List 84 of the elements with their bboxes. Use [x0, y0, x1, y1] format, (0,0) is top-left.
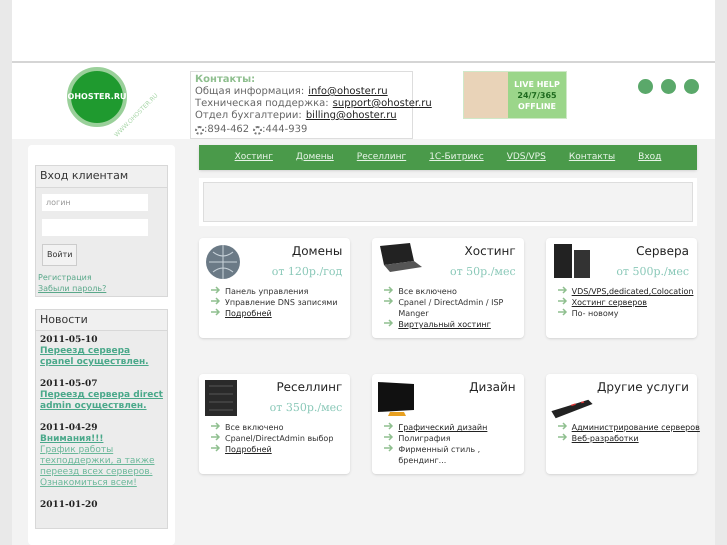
live-help-banner[interactable]: LIVE HELP 24/7/365 OFFLINE [463, 71, 567, 119]
news-date: 2011-04-29 [40, 423, 99, 434]
arrow-icon [558, 308, 568, 316]
arrow-icon [558, 422, 568, 430]
arrow-icon [558, 433, 568, 441]
arrow-icon [211, 422, 221, 430]
service-feature: Все включено [398, 286, 457, 297]
arrow-icon [211, 433, 221, 441]
arrow-icon [211, 286, 221, 294]
email-link[interactable]: support@ohoster.ru [332, 98, 432, 110]
live-help-hours: 24/7/365 [517, 90, 557, 100]
news-date: 2011-05-07 [40, 379, 99, 390]
service-feature: Полиграфия [398, 433, 451, 444]
contacts-title: Контакты: [195, 74, 256, 86]
service-price: от 350р./мес [270, 400, 342, 416]
service-link[interactable]: Хостинг серверов [572, 297, 647, 308]
news-link[interactable]: Переезд сервера direct admin осуществлен. [40, 390, 163, 412]
phone-icon [253, 126, 262, 134]
arrow-icon [384, 286, 394, 294]
service-title: Реселлинг [276, 379, 342, 396]
email-link[interactable]: billing@ohoster.ru [306, 110, 397, 122]
service-feature: Все включено [225, 422, 284, 433]
news-date: 2011-05-10 [40, 335, 99, 346]
news-text-link[interactable]: График работы техподдержки, а также переезд всех серверов. Ознакомиться всем! [40, 445, 163, 489]
register-link[interactable]: Регистрация [38, 272, 92, 282]
login-button[interactable]: Войти [42, 244, 78, 266]
service-link[interactable]: Виртуальный хостинг [398, 319, 491, 330]
nav-link[interactable]: 1С-Битрикс [429, 150, 484, 164]
email-link[interactable]: info@ohoster.ru [308, 86, 388, 98]
keyboard-icon [550, 398, 594, 420]
service-link[interactable]: Подробней [225, 308, 272, 319]
service-feature: Панель управления [225, 286, 308, 297]
server-rack-icon [203, 378, 239, 418]
login-title: Вход клиентам [36, 166, 167, 188]
phone-number: :444-939 [262, 124, 308, 136]
arrow-icon [384, 444, 394, 452]
service-link[interactable]: Графический дизайн [398, 422, 488, 433]
nav-link[interactable]: Контакты [568, 150, 616, 164]
photo-placeholder [464, 72, 508, 118]
nav-link[interactable]: Вход [638, 150, 662, 164]
service-title: Хостинг [464, 243, 516, 260]
nav-link[interactable]: VDS/VPS [506, 150, 546, 164]
phone-icon [195, 126, 204, 134]
contact-label: Отдел бухгалтерии: [195, 110, 302, 122]
service-feature: Фирменный стиль , брендинг... [398, 444, 482, 466]
arrow-icon [211, 297, 221, 305]
contact-label: Техническая поддержка: [195, 98, 329, 110]
arrow-icon [211, 308, 221, 316]
forgot-password-link[interactable]: Забыли пароль? [38, 282, 106, 294]
news-link[interactable]: Внимания!!! [40, 434, 163, 445]
login-field[interactable]: логин [42, 194, 148, 210]
service-link[interactable]: VDS/VPS,dedicated,Colocation [572, 286, 694, 297]
news-title: Новости [36, 310, 167, 331]
service-title: Домены [292, 243, 342, 260]
news-link[interactable]: Переезд сервера cpanel осуществлен. [40, 346, 163, 368]
service-title: Дизайн [469, 379, 516, 396]
service-price: от 500р./мес [616, 264, 689, 280]
service-feature: Cpanel / DirectAdmin / ISP Manger [398, 297, 504, 319]
service-title: Другие услуги [597, 379, 689, 396]
arrow-icon [384, 319, 394, 327]
nav-link[interactable]: Домены [296, 150, 334, 164]
nav-link[interactable]: Хостинг [234, 150, 273, 164]
service-link[interactable]: Подробней [225, 444, 272, 455]
phone-number: :894-462 [204, 124, 250, 136]
live-help-status: OFFLINE [518, 100, 556, 112]
live-help-label: LIVE HELP [514, 78, 560, 90]
arrow-icon [384, 422, 394, 430]
nav-link[interactable]: Реселлинг [356, 150, 406, 164]
service-link[interactable]: Веб-разработки [572, 433, 639, 444]
service-feature: По- новому [572, 308, 618, 319]
service-title: Сервера [636, 243, 689, 260]
arrow-icon [558, 286, 568, 294]
globe-icon [203, 242, 243, 282]
arrow-icon [211, 444, 221, 452]
news-date: 2011-01-20 [40, 500, 99, 511]
arrow-icon [384, 297, 394, 305]
contact-label: Общая информация: [195, 86, 304, 98]
service-feature: Управление DNS записями [225, 297, 338, 308]
service-feature: Cpanel/DirectAdmin выбор [225, 433, 334, 444]
arrow-icon [384, 433, 394, 441]
service-link[interactable]: Администрирование серверов [572, 422, 700, 433]
service-price: от 120р./год [272, 264, 342, 280]
arrow-icon [558, 297, 568, 305]
service-price: от 50р./мес [450, 264, 516, 280]
